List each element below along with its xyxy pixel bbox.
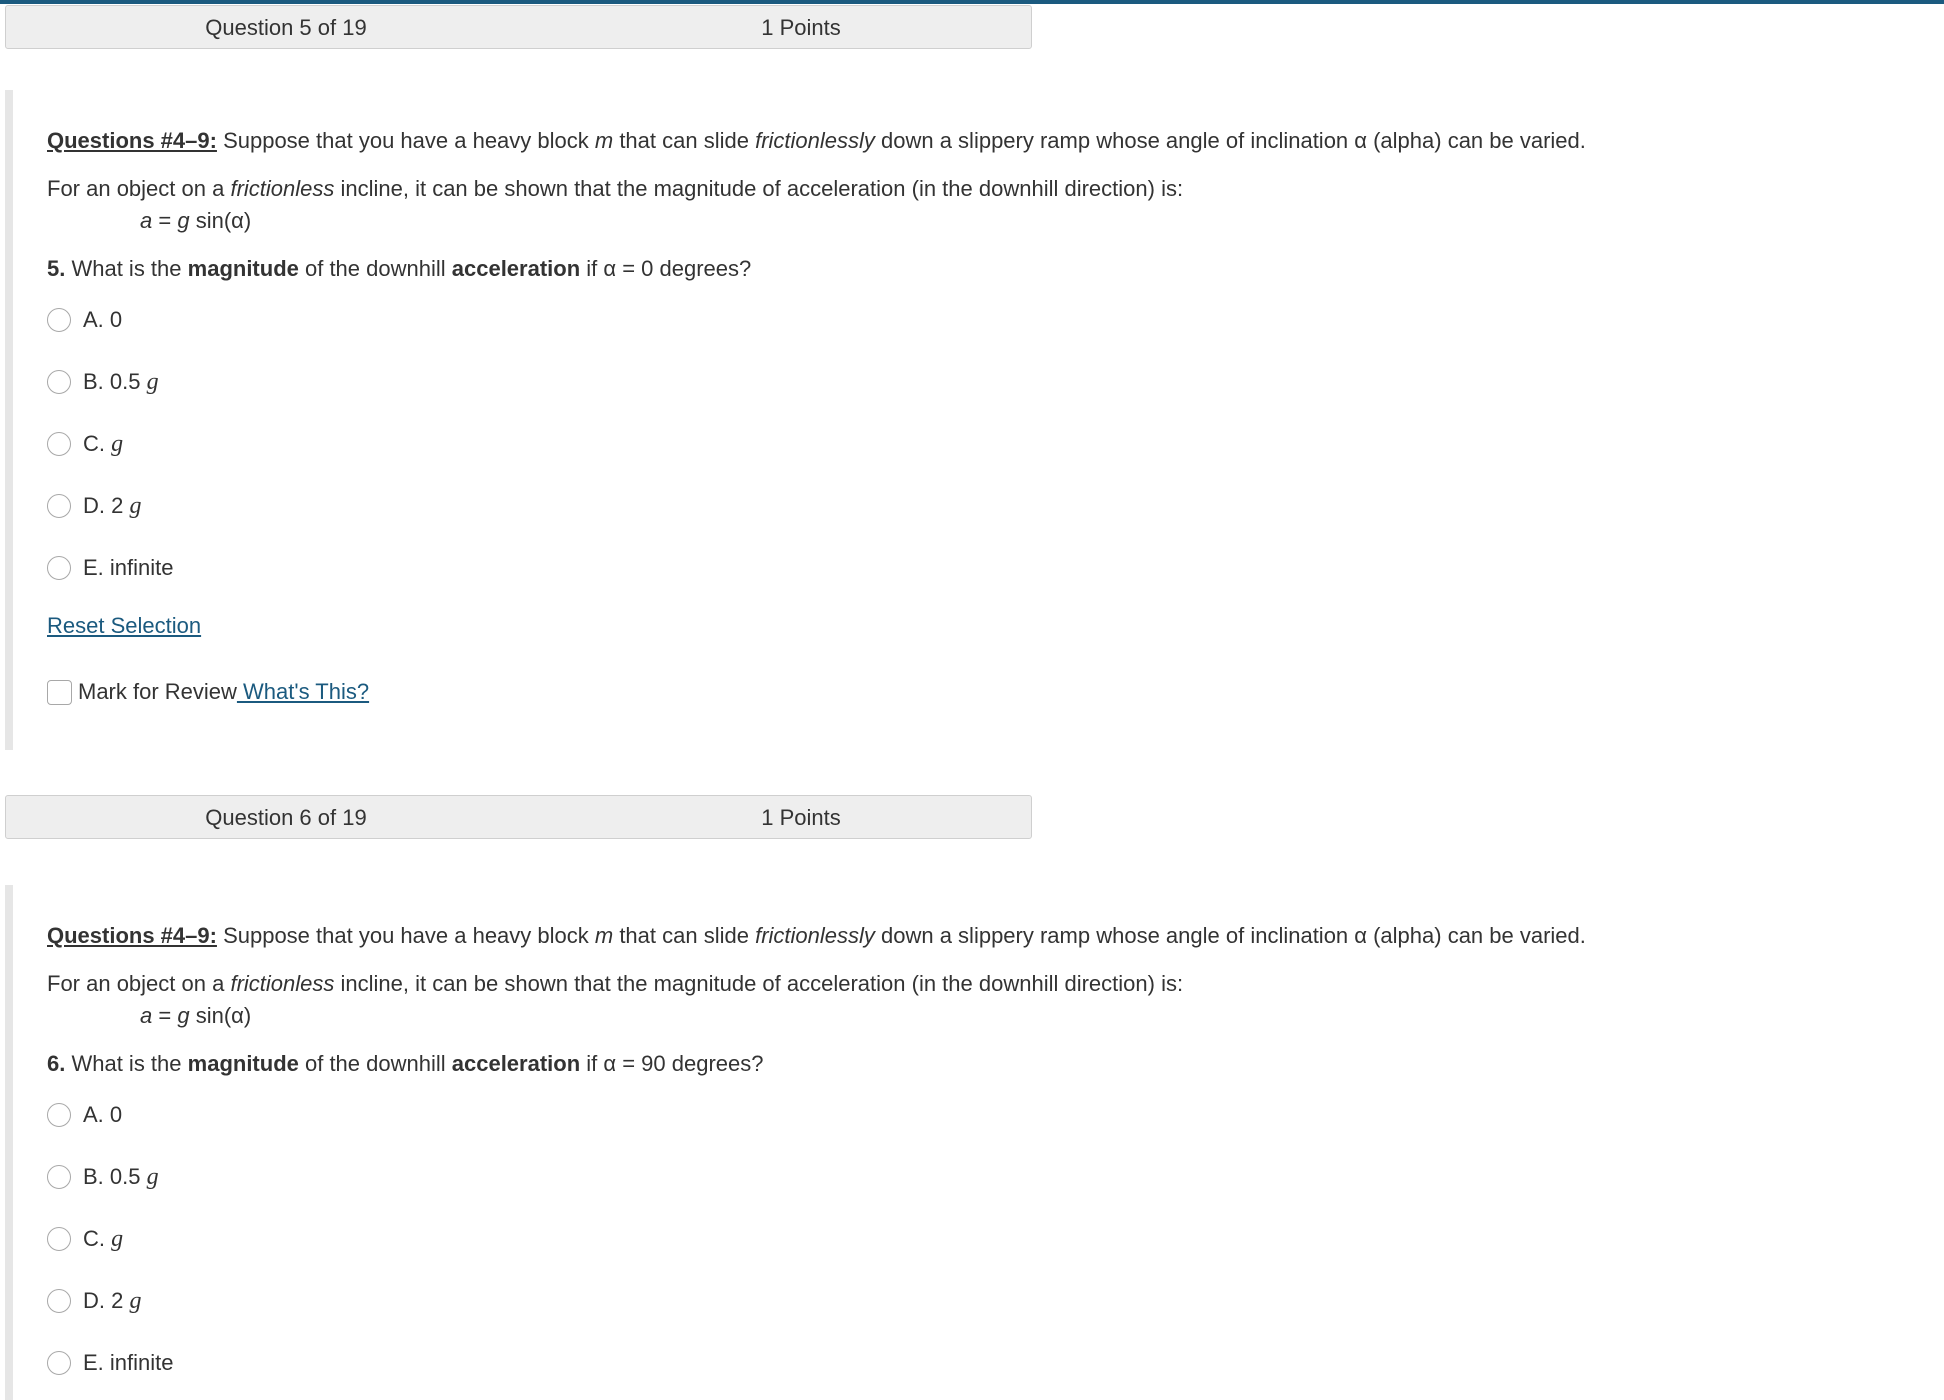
radio-button[interactable] [47,1227,71,1251]
answer-option[interactable]: D. 2 g [47,492,141,520]
intro-part: Suppose that you have a heavy block [216,923,595,948]
option-variable: g [146,1163,159,1190]
prompt-part: What is the [65,256,188,281]
incline-text: For an object on a frictionless incline,… [47,971,1183,997]
intro-label: Questions #4–9: [47,923,217,948]
answer-option[interactable]: A. 0 [47,1101,122,1129]
answer-option[interactable]: B. 0.5 g [47,1163,159,1191]
question-prompt: 5. What is the magnitude of the downhill… [47,256,751,282]
option-label: C. [83,1226,112,1251]
option-label: C. [83,431,112,456]
intro-text: Questions #4–9: Suppose that you have a … [47,923,1586,949]
prompt-part: if α = 0 degrees? [580,256,752,281]
formula-g: g [177,1003,190,1028]
question-points: 1 Points [761,805,841,830]
question-header: Question 5 of 19 1 Points [5,5,1032,49]
top-accent-bar [0,0,1944,4]
answer-option[interactable]: C. g [47,1225,123,1253]
intro-frictionlessly: frictionlessly [755,128,875,153]
option-variable: g [111,1225,124,1252]
option-label: B. 0.5 [83,1164,147,1189]
question-body: Questions #4–9: Suppose that you have a … [5,885,1944,1400]
mark-for-review-checkbox[interactable] [47,679,72,705]
incline-part: For an object on a [47,971,231,996]
mark-for-review-label[interactable]: Mark for Review [78,679,237,704]
radio-button[interactable] [47,1165,71,1189]
intro-part: down a slippery ramp whose angle of incl… [874,923,1586,948]
intro-mass: m [594,128,614,153]
intro-part: that can slide [613,128,756,153]
question-header: Question 6 of 19 1 Points [5,795,1032,839]
question-body: Questions #4–9: Suppose that you have a … [5,90,1944,750]
radio-button[interactable] [47,308,71,332]
option-label: D. 2 [83,1288,130,1313]
answer-option[interactable]: D. 2 g [47,1287,141,1315]
prompt-number: 5. [47,256,66,281]
option-label: B. 0.5 [83,369,147,394]
incline-frictionless: frictionless [230,176,335,201]
incline-part: For an object on a [47,176,231,201]
radio-button[interactable] [47,1103,71,1127]
prompt-bold: acceleration [451,256,581,281]
formula-eq: = [152,208,178,233]
option-variable: g [146,368,159,395]
formula-g: g [177,208,190,233]
formula: a = g sin(α) [140,208,251,234]
answer-option[interactable]: C. g [47,430,123,458]
formula: a = g sin(α) [140,1003,251,1029]
answer-option[interactable]: B. 0.5 g [47,368,159,396]
formula-sin: sin(α) [189,208,252,233]
whats-this-link[interactable]: What's This? [237,679,369,704]
incline-frictionless: frictionless [230,971,335,996]
radio-button[interactable] [47,1289,71,1313]
prompt-part: of the downhill [298,1051,452,1076]
prompt-part: if α = 90 degrees? [580,1051,764,1076]
prompt-bold: magnitude [187,256,299,281]
prompt-part: What is the [65,1051,188,1076]
formula-a: a [140,1003,153,1028]
intro-label: Questions #4–9: [47,128,217,153]
formula-sin: sin(α) [189,1003,252,1028]
prompt-number: 6. [47,1051,66,1076]
radio-button[interactable] [47,1351,71,1375]
answer-option[interactable]: A. 0 [47,306,122,334]
intro-mass: m [594,923,614,948]
incline-text: For an object on a frictionless incline,… [47,176,1183,202]
answer-option[interactable]: E. infinite [47,554,174,582]
reset-selection-link[interactable]: Reset Selection [47,613,201,639]
radio-button[interactable] [47,370,71,394]
option-label: E. infinite [83,555,174,580]
intro-part: down a slippery ramp whose angle of incl… [874,128,1586,153]
incline-part: incline, it can be shown that the magnit… [334,971,1184,996]
radio-button[interactable] [47,494,71,518]
option-variable: g [129,1287,142,1314]
option-label: E. infinite [83,1350,174,1375]
option-label: D. 2 [83,493,130,518]
prompt-part: of the downhill [298,256,452,281]
formula-a: a [140,208,153,233]
question-number: Question 5 of 19 [205,15,367,40]
incline-part: incline, it can be shown that the magnit… [334,176,1184,201]
intro-part: Suppose that you have a heavy block [216,128,595,153]
question-points: 1 Points [761,15,841,40]
formula-eq: = [152,1003,178,1028]
prompt-bold: acceleration [451,1051,581,1076]
option-label: A. 0 [83,1102,123,1127]
question-left-bar [5,885,13,1400]
intro-text: Questions #4–9: Suppose that you have a … [47,128,1586,154]
question-prompt: 6. What is the magnitude of the downhill… [47,1051,764,1077]
question-number: Question 6 of 19 [205,805,367,830]
answer-option[interactable]: E. infinite [47,1349,174,1377]
intro-part: that can slide [613,923,756,948]
option-label: A. 0 [83,307,123,332]
prompt-bold: magnitude [187,1051,299,1076]
radio-button[interactable] [47,556,71,580]
mark-for-review: Mark for Review What's This? [47,678,369,705]
intro-frictionlessly: frictionlessly [755,923,875,948]
question-left-bar [5,90,13,750]
option-variable: g [111,430,124,457]
radio-button[interactable] [47,432,71,456]
option-variable: g [129,492,142,519]
